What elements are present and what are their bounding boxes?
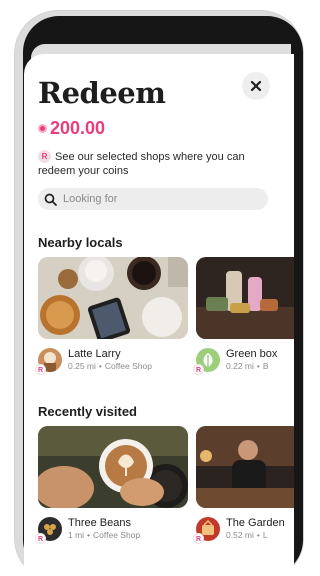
shop-card-three-beans[interactable]: R Three Beans 1 mi • Coffee Shop — [35, 426, 188, 544]
reward-badge-icon: R — [193, 364, 204, 375]
shop-meta: 0.22 mi • B — [226, 361, 277, 372]
shop-distance: 0.22 mi — [226, 361, 254, 371]
shop-card-the-garden[interactable]: R The Garden 0.52 mi • L — [193, 426, 294, 544]
nearby-section-title: Nearby locals — [38, 235, 123, 250]
close-button[interactable] — [242, 72, 270, 100]
shop-card-latte-larry[interactable]: R Latte Larry 0.25 mi • Coffee Shop — [35, 257, 188, 375]
shop-meta: 0.25 mi • Coffee Shop — [68, 361, 152, 372]
meta-separator: • — [98, 361, 102, 371]
coin-balance: 200.00 — [38, 118, 105, 139]
shop-distance: 1 mi — [68, 530, 85, 540]
shop-photo — [38, 257, 188, 339]
shop-meta: 1 mi • Coffee Shop — [68, 530, 140, 541]
close-icon — [250, 80, 262, 92]
page-title: Redeem — [38, 76, 166, 110]
coin-icon — [38, 124, 47, 133]
meta-separator: • — [87, 530, 91, 540]
shop-name: The Garden — [226, 517, 285, 529]
search-input[interactable]: Looking for — [38, 188, 268, 210]
search-icon — [44, 193, 57, 206]
redeem-sheet: Redeem 200.00 R See our selected shops wh… — [24, 54, 294, 576]
shop-photo — [38, 426, 188, 508]
reward-badge-icon: R — [35, 364, 46, 375]
info-text: See our selected shops where you can red… — [38, 151, 245, 177]
shop-name: Latte Larry — [68, 348, 121, 360]
shop-photo — [196, 426, 294, 508]
shop-category: Coffee Shop — [104, 361, 152, 371]
shop-distance: 0.25 mi — [68, 361, 96, 371]
search-placeholder: Looking for — [63, 193, 118, 205]
shop-distance: 0.52 mi — [226, 530, 254, 540]
shop-photo — [196, 257, 294, 339]
reward-badge-icon: R — [193, 533, 204, 544]
shop-name: Green box — [226, 348, 278, 360]
shop-meta: 0.52 mi • L — [226, 530, 285, 541]
shop-category: Coffee Shop — [93, 530, 141, 540]
recent-section-title: Recently visited — [38, 404, 137, 419]
redeem-info: R See our selected shops where you can re… — [38, 150, 278, 178]
shop-category: B — [262, 361, 269, 371]
reward-badge-icon: R — [35, 533, 46, 544]
shop-name: Three Beans — [68, 517, 131, 529]
balance-amount: 200.00 — [50, 118, 106, 138]
meta-separator: • — [256, 530, 260, 540]
shop-category: L — [262, 530, 268, 540]
shop-card-green-box[interactable]: R Green box 0.22 mi • B — [193, 257, 294, 375]
meta-separator: • — [256, 361, 260, 371]
reward-badge-icon: R — [38, 150, 51, 163]
